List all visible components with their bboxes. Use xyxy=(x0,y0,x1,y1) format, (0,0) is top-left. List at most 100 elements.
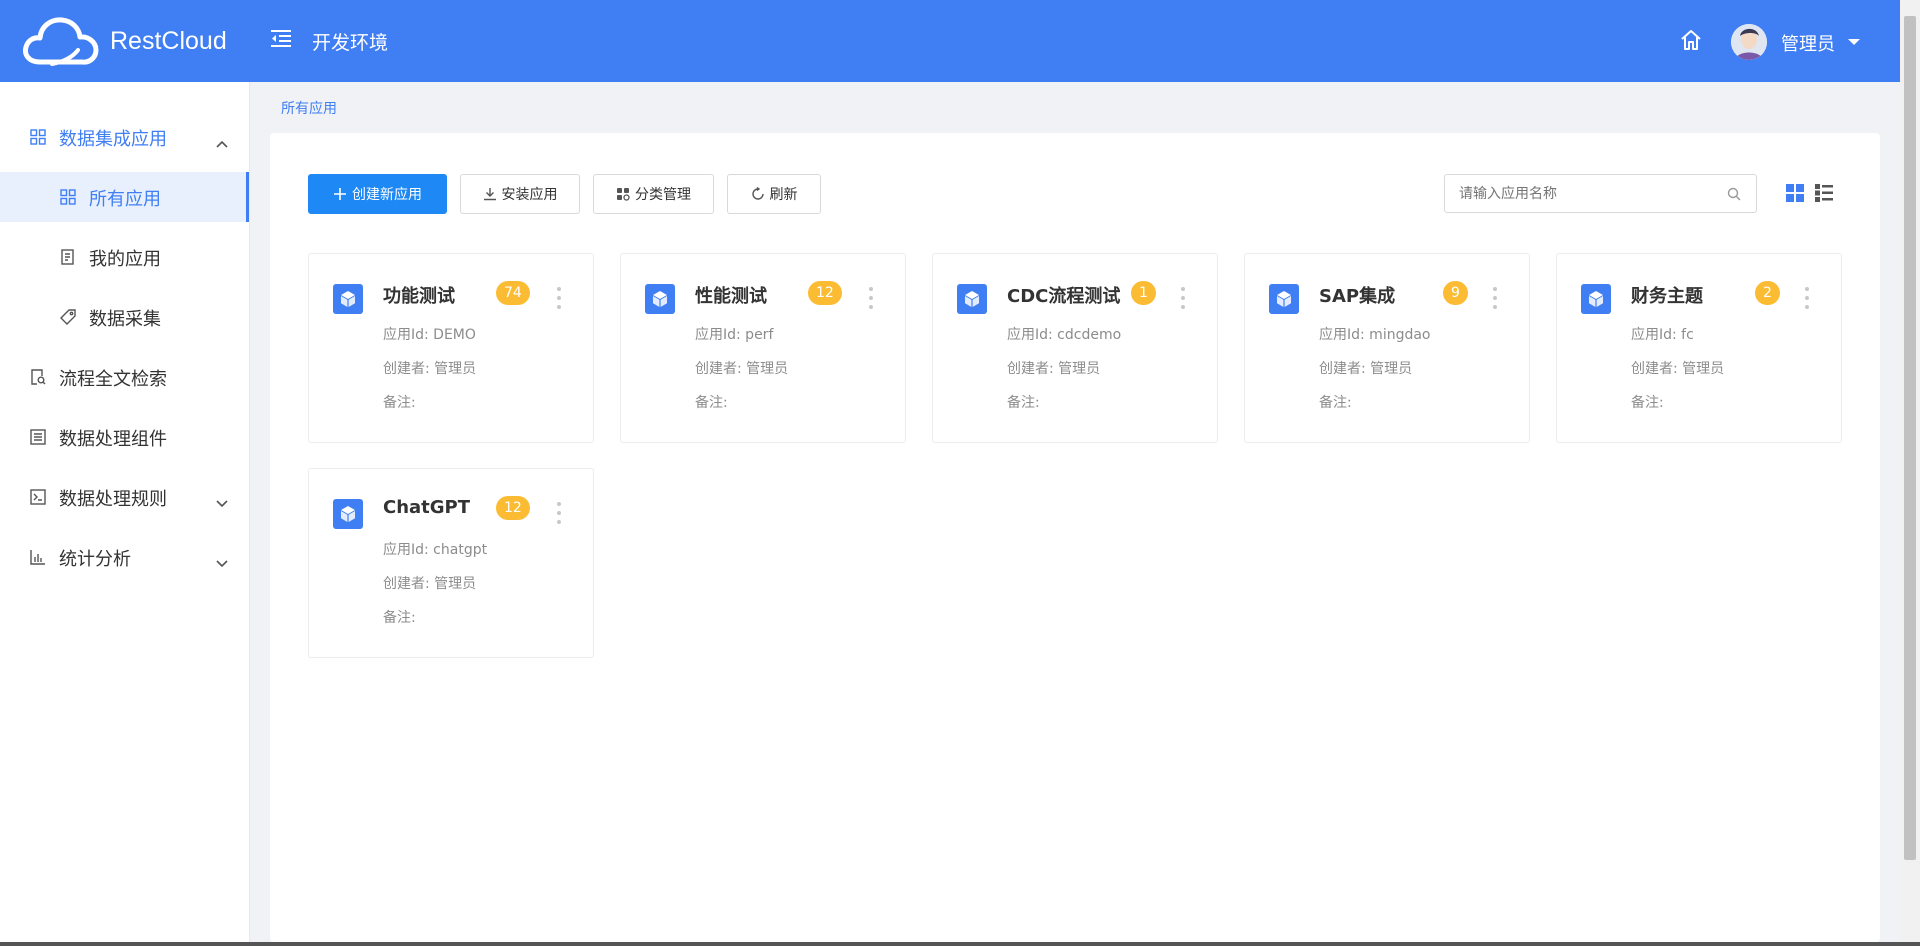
app-id: 应用Id: cdcdemo xyxy=(1007,327,1122,343)
flow-count-badge: 74 xyxy=(496,281,530,305)
app-note: 备注: xyxy=(1007,395,1040,411)
flow-count-badge: 9 xyxy=(1443,281,1468,305)
sidebar-item-all-apps[interactable]: 所有应用 xyxy=(0,172,249,222)
sidebar-item-label: 数据采集 xyxy=(89,309,161,330)
cube-icon xyxy=(1269,284,1299,314)
app-creator: 创建者: 管理员 xyxy=(383,361,477,377)
logo[interactable]: RestCloud xyxy=(22,14,227,68)
sidebar-item-data-collection[interactable]: 数据采集 xyxy=(0,292,249,342)
more-options-icon[interactable] xyxy=(556,287,562,314)
sidebar-item-label: 数据处理规则 xyxy=(59,489,167,510)
logo-text: RestCloud xyxy=(110,26,227,55)
sidebar-item-label: 统计分析 xyxy=(59,549,131,570)
app-name[interactable]: 性能测试 xyxy=(695,282,767,308)
sidebar-item-label: 我的应用 xyxy=(89,249,161,270)
flow-count-badge: 12 xyxy=(496,496,530,520)
create-app-button[interactable]: 创建新应用 xyxy=(308,174,447,214)
chevron-up-icon xyxy=(216,132,228,153)
chevron-down-icon xyxy=(216,552,228,573)
app-note: 备注: xyxy=(383,610,416,626)
menu-collapse-icon[interactable] xyxy=(270,29,292,53)
app-name[interactable]: SAP集成 xyxy=(1319,282,1395,308)
cube-icon xyxy=(957,284,987,314)
bar-chart-icon xyxy=(30,549,46,570)
app-creator: 创建者: 管理员 xyxy=(1631,361,1725,377)
app-card[interactable]: ChatGPT 12 应用Id: chatgpt 创建者: 管理员 备注: xyxy=(308,468,594,658)
refresh-button[interactable]: 刷新 xyxy=(727,174,821,214)
app-name[interactable]: CDC流程测试 xyxy=(1007,282,1120,308)
grid-view-icon[interactable] xyxy=(1786,184,1804,206)
sidebar-item-label: 数据集成应用 xyxy=(59,129,167,150)
cube-icon xyxy=(645,284,675,314)
breadcrumb[interactable]: 所有应用 xyxy=(281,98,337,118)
more-options-icon[interactable] xyxy=(868,287,874,314)
sidebar-item-fulltext-search[interactable]: 流程全文检索 xyxy=(0,352,249,402)
sidebar-item-label: 所有应用 xyxy=(89,189,161,210)
app-id: 应用Id: mingdao xyxy=(1319,327,1431,343)
app-card[interactable]: SAP集成 9 应用Id: mingdao 创建者: 管理员 备注: xyxy=(1244,253,1530,443)
sidebar: 数据集成应用 所有应用 我的应用 数据采集 流程全文检索 数据处理组件 数据处理… xyxy=(0,82,250,942)
chevron-down-icon xyxy=(216,492,228,513)
app-creator: 创建者: 管理员 xyxy=(1319,361,1413,377)
app-note: 备注: xyxy=(1319,395,1352,411)
category-manage-button[interactable]: 分类管理 xyxy=(593,174,714,214)
top-header: RestCloud 开发环境 管理员 xyxy=(0,0,1900,82)
create-app-label: 创建新应用 xyxy=(352,187,422,203)
avatar[interactable] xyxy=(1731,24,1767,60)
list-view-icon[interactable] xyxy=(1815,184,1833,206)
more-options-icon[interactable] xyxy=(1804,287,1810,314)
sidebar-item-label: 流程全文检索 xyxy=(59,369,167,390)
search-icon[interactable] xyxy=(1727,186,1741,205)
sidebar-item-processing-rules[interactable]: 数据处理规则 xyxy=(0,472,249,522)
sidebar-item-statistics[interactable]: 统计分析 xyxy=(0,532,249,582)
environment-title[interactable]: 开发环境 xyxy=(312,28,388,55)
more-options-icon[interactable] xyxy=(1180,287,1186,314)
app-card[interactable]: 财务主题 2 应用Id: fc 创建者: 管理员 备注: xyxy=(1556,253,1842,443)
app-note: 备注: xyxy=(383,395,416,411)
user-name[interactable]: 管理员 xyxy=(1781,30,1835,56)
plus-icon xyxy=(333,187,347,201)
sidebar-item-data-integration[interactable]: 数据集成应用 xyxy=(0,112,249,162)
cloud-logo-icon xyxy=(23,17,99,66)
grid-icon xyxy=(60,189,76,210)
install-app-label: 安装应用 xyxy=(501,187,558,203)
tag-icon xyxy=(60,309,76,330)
app-id: 应用Id: fc xyxy=(1631,327,1694,343)
home-icon[interactable] xyxy=(1679,28,1703,56)
cube-icon xyxy=(333,499,363,529)
app-note: 备注: xyxy=(695,395,728,411)
more-options-icon[interactable] xyxy=(556,502,562,529)
sidebar-item-my-apps[interactable]: 我的应用 xyxy=(0,232,249,282)
app-name[interactable]: 功能测试 xyxy=(383,282,455,308)
app-search-input[interactable] xyxy=(1444,174,1757,213)
app-creator: 创建者: 管理员 xyxy=(695,361,789,377)
app-card[interactable]: CDC流程测试 1 应用Id: cdcdemo 创建者: 管理员 备注: xyxy=(932,253,1218,443)
cube-icon xyxy=(333,284,363,314)
flow-count-badge: 12 xyxy=(808,281,842,305)
app-name[interactable]: ChatGPT xyxy=(383,497,470,518)
terminal-icon xyxy=(30,489,46,510)
app-id: 应用Id: perf xyxy=(695,327,774,343)
sidebar-item-label: 数据处理组件 xyxy=(59,429,167,450)
refresh-icon xyxy=(751,187,765,201)
window-bottom-edge xyxy=(0,942,1920,946)
scrollbar-thumb[interactable] xyxy=(1904,16,1916,860)
download-icon xyxy=(483,187,497,201)
sidebar-item-processing-components[interactable]: 数据处理组件 xyxy=(0,412,249,462)
app-name[interactable]: 财务主题 xyxy=(1631,282,1703,308)
app-creator: 创建者: 管理员 xyxy=(1007,361,1101,377)
app-id: 应用Id: DEMO xyxy=(383,327,476,343)
flow-count-badge: 2 xyxy=(1755,281,1780,305)
app-card[interactable]: 功能测试 74 应用Id: DEMO 创建者: 管理员 备注: xyxy=(308,253,594,443)
more-options-icon[interactable] xyxy=(1492,287,1498,314)
app-note: 备注: xyxy=(1631,395,1664,411)
install-app-button[interactable]: 安装应用 xyxy=(460,174,580,214)
app-card[interactable]: 性能测试 12 应用Id: perf 创建者: 管理员 备注: xyxy=(620,253,906,443)
cube-icon xyxy=(1581,284,1611,314)
refresh-label: 刷新 xyxy=(769,187,798,203)
caret-down-icon[interactable] xyxy=(1848,39,1860,45)
category-manage-label: 分类管理 xyxy=(635,187,691,203)
list-doc-icon xyxy=(30,429,46,450)
apps-icon xyxy=(616,187,630,201)
document-search-icon xyxy=(30,369,46,390)
